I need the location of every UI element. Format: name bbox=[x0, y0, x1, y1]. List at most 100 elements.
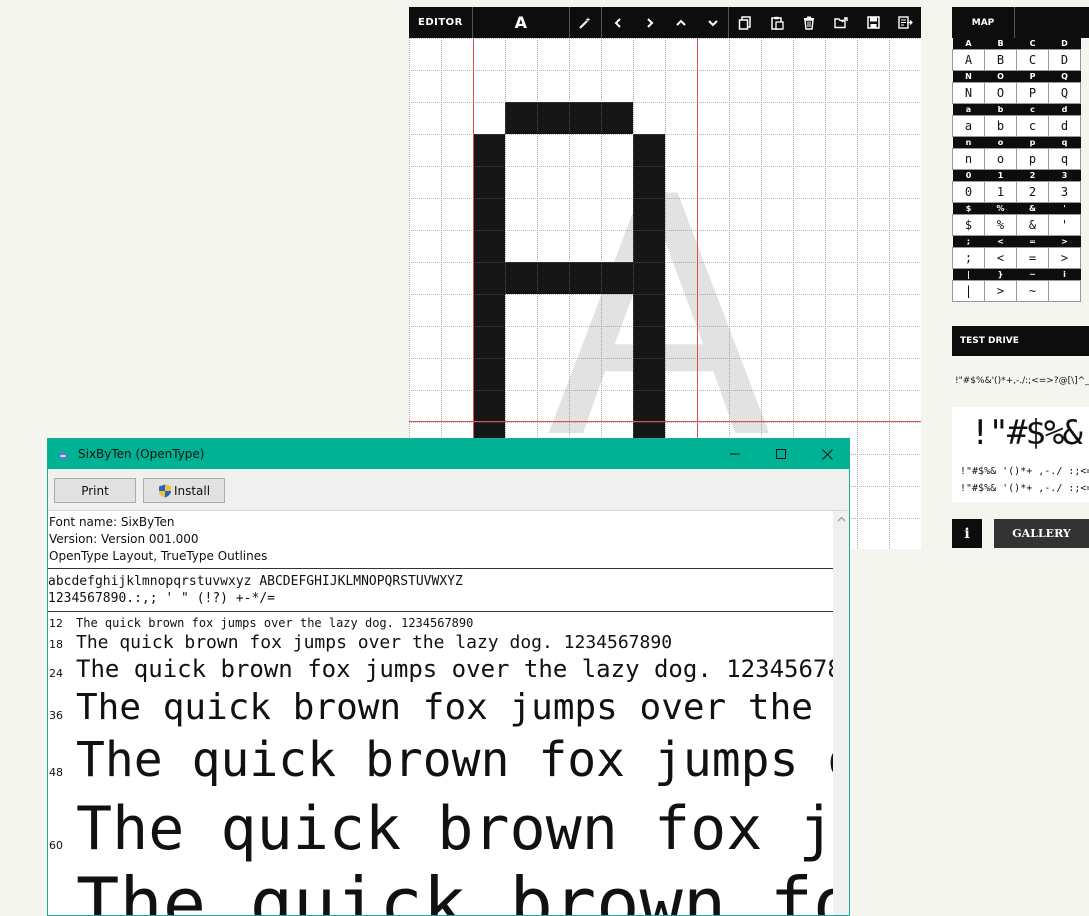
glyph-pixel[interactable] bbox=[633, 198, 665, 230]
map-glyph-cell[interactable] bbox=[1048, 280, 1081, 302]
map-header-row: $% & ' bbox=[952, 202, 1081, 215]
gallery-button[interactable]: GALLERY bbox=[994, 519, 1089, 548]
map-glyph-cell[interactable]: ' bbox=[1048, 214, 1081, 236]
save-icon[interactable] bbox=[857, 7, 889, 38]
divider bbox=[48, 611, 833, 612]
map-header-cell: q bbox=[1048, 136, 1081, 149]
glyph-pixel[interactable] bbox=[633, 134, 665, 166]
glyph-pixel[interactable] bbox=[601, 262, 633, 294]
map-glyph-cell[interactable]: B bbox=[984, 49, 1017, 71]
map-glyph-cell[interactable]: b bbox=[984, 115, 1017, 137]
map-glyph-cell[interactable]: | bbox=[952, 280, 985, 302]
paste-icon[interactable] bbox=[761, 7, 793, 38]
map-glyph-cell[interactable]: d bbox=[1048, 115, 1081, 137]
print-button[interactable]: Print bbox=[54, 478, 136, 503]
map-table: ABCDABCDNOPQNOPQabcdabcdnopqnopq01230123… bbox=[952, 38, 1081, 302]
glyph-pixel[interactable] bbox=[537, 262, 569, 294]
glyph-pixel[interactable] bbox=[633, 326, 665, 358]
map-glyph-cell[interactable]: > bbox=[984, 280, 1017, 302]
map-glyph-cell[interactable]: a bbox=[952, 115, 985, 137]
size-sample-row: 36 The quick brown fox jumps over the laz… bbox=[48, 687, 833, 728]
glyph-pixel[interactable] bbox=[473, 198, 505, 230]
info-button[interactable]: i bbox=[952, 519, 982, 548]
map-glyph-cell[interactable]: n bbox=[952, 148, 985, 170]
map-glyph-cell[interactable]: $ bbox=[952, 214, 985, 236]
map-glyph-cell[interactable]: D bbox=[1048, 49, 1081, 71]
map-glyph-cell[interactable]: 1 bbox=[984, 181, 1017, 203]
glyph-pixel[interactable] bbox=[633, 262, 665, 294]
glyph-pixel[interactable] bbox=[473, 358, 505, 390]
scroll-up-icon[interactable] bbox=[833, 511, 850, 528]
glyph-pixel[interactable] bbox=[569, 102, 601, 134]
glyph-pixel[interactable] bbox=[505, 102, 537, 134]
map-glyph-cell[interactable]: P bbox=[1016, 82, 1049, 104]
glyph-pixel[interactable] bbox=[473, 326, 505, 358]
map-header-cell: < bbox=[984, 235, 1017, 248]
map-glyph-cell[interactable]: > bbox=[1048, 247, 1081, 269]
map-glyph-cell[interactable]: = bbox=[1016, 247, 1049, 269]
next-glyph-icon[interactable] bbox=[634, 7, 666, 38]
map-glyph-cell[interactable]: A bbox=[952, 49, 985, 71]
map-glyph-cell[interactable]: Q bbox=[1048, 82, 1081, 104]
glyph-pixel[interactable] bbox=[633, 230, 665, 262]
glyph-pixel[interactable] bbox=[473, 230, 505, 262]
install-button[interactable]: Install bbox=[143, 478, 225, 503]
glyph-pixel[interactable] bbox=[633, 294, 665, 326]
export-icon[interactable] bbox=[889, 7, 921, 38]
glyph-pixel[interactable] bbox=[473, 166, 505, 198]
map-glyph-cell[interactable]: 3 bbox=[1048, 181, 1081, 203]
map-glyph-cell[interactable]: O bbox=[984, 82, 1017, 104]
map-glyph-cell[interactable]: < bbox=[984, 247, 1017, 269]
maximize-icon[interactable] bbox=[758, 439, 804, 469]
glyph-pixel[interactable] bbox=[633, 166, 665, 198]
vertical-scrollbar[interactable] bbox=[833, 511, 850, 915]
map-glyph-cell[interactable]: N bbox=[952, 82, 985, 104]
glyph-pixel[interactable] bbox=[505, 262, 537, 294]
map-glyph-cell[interactable]: o bbox=[984, 148, 1017, 170]
window-titlebar[interactable]: SixByTen (OpenType) bbox=[48, 439, 849, 469]
map-glyph-cell[interactable]: 2 bbox=[1016, 181, 1049, 203]
map-glyph-cell[interactable]: 0 bbox=[952, 181, 985, 203]
map-header-cell: ~ bbox=[1016, 268, 1049, 281]
shift-up-icon[interactable] bbox=[666, 7, 698, 38]
map-header-cell: & bbox=[1016, 202, 1049, 215]
open-file-icon[interactable] bbox=[825, 7, 857, 38]
map-glyph-cell[interactable]: c bbox=[1016, 115, 1049, 137]
font-viewer-window: SixByTen (OpenType) Print Install Font n… bbox=[47, 438, 850, 916]
glyph-pixel[interactable] bbox=[473, 294, 505, 326]
shift-down-icon[interactable] bbox=[697, 7, 730, 38]
minimize-icon[interactable] bbox=[712, 439, 758, 469]
glyph-pixel[interactable] bbox=[537, 102, 569, 134]
glyph-pixel[interactable] bbox=[473, 262, 505, 294]
glyph-pixel[interactable] bbox=[633, 390, 665, 422]
glyph-pixel[interactable] bbox=[601, 102, 633, 134]
close-icon[interactable] bbox=[804, 439, 849, 469]
map-glyph-cell[interactable]: q bbox=[1048, 148, 1081, 170]
map-header-row: NOPQ bbox=[952, 70, 1081, 83]
map-glyph-row: $% & ' bbox=[952, 214, 1081, 236]
glyph-pixel[interactable] bbox=[569, 262, 601, 294]
size-sample-row: 60 The quick brown fox jumps over the laz… bbox=[48, 794, 833, 864]
glyph-pixel[interactable] bbox=[473, 390, 505, 422]
test-drive-input[interactable]: !"#$%&'()*+,-./:;<=>?@[\]^_` bbox=[955, 376, 1089, 386]
current-glyph[interactable]: A bbox=[473, 7, 570, 38]
copy-icon[interactable] bbox=[729, 7, 761, 38]
window-title: SixByTen (OpenType) bbox=[78, 447, 205, 461]
prev-glyph-icon[interactable] bbox=[602, 7, 634, 38]
map-glyph-row: 0123 bbox=[952, 181, 1081, 203]
delete-icon[interactable] bbox=[793, 7, 825, 38]
test-drive-preview: !"#$%& !"#$%& '()*+ ,-./ :;<= !"#$%& '()… bbox=[952, 407, 1089, 502]
glyph-pixel[interactable] bbox=[633, 358, 665, 390]
wand-icon[interactable] bbox=[570, 7, 602, 38]
glyph-pixel[interactable] bbox=[473, 134, 505, 166]
map-glyph-cell[interactable]: C bbox=[1016, 49, 1049, 71]
map-header-row: ; < = > bbox=[952, 235, 1081, 248]
font-app-icon bbox=[58, 449, 68, 459]
install-button-label: Install bbox=[173, 483, 211, 498]
map-glyph-cell[interactable]: & bbox=[1016, 214, 1049, 236]
map-glyph-cell[interactable]: p bbox=[1016, 148, 1049, 170]
map-glyph-cell[interactable]: ~ bbox=[1016, 280, 1049, 302]
map-glyph-cell[interactable]: ; bbox=[952, 247, 985, 269]
map-header-cell: D bbox=[1048, 38, 1081, 50]
map-glyph-cell[interactable]: % bbox=[984, 214, 1017, 236]
